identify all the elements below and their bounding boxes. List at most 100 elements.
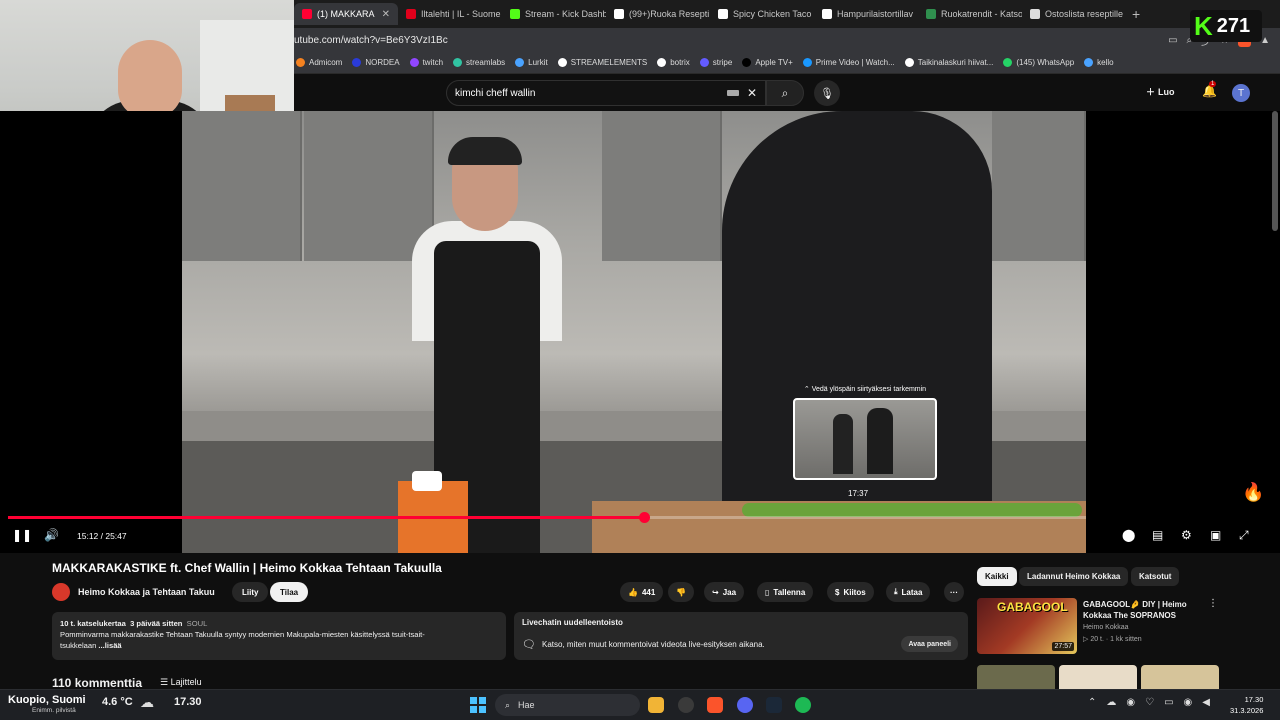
bookmark-item[interactable]: Prime Video | Watch... (802, 58, 895, 67)
clear-search-icon[interactable]: ✕ (747, 86, 757, 100)
weather-location[interactable]: Kuopio, Suomi (8, 694, 86, 706)
tab-favicon-icon (926, 9, 936, 19)
bookmark-label: stripe (712, 58, 733, 67)
progress-scrubber[interactable] (639, 512, 651, 523)
obs-icon[interactable] (678, 697, 694, 713)
subtitles-icon[interactable]: ▤ (1152, 528, 1163, 542)
system-tray-icons[interactable]: ⌃☁◉♡▭◉◀ (1088, 697, 1220, 708)
recommendation-thumbnail[interactable]: GABAGOOL 27:57 (977, 598, 1077, 654)
like-button[interactable]: 👍 441 (620, 582, 664, 602)
seek-preview-thumbnail (793, 398, 937, 480)
pause-icon[interactable]: ❚❚ (12, 528, 32, 542)
browser-tab[interactable]: Hampurilaistortillav (814, 3, 918, 25)
subscribe-button[interactable]: Tilaa (270, 582, 309, 602)
account-avatar[interactable]: T (1232, 84, 1250, 102)
bookmark-favicon-icon (802, 58, 812, 67)
tab-label: Ostoslista reseptille (1045, 9, 1124, 19)
bookmark-label: (145) WhatsApp (1016, 58, 1075, 67)
open-panel-button[interactable]: Avaa paneeli (901, 636, 958, 652)
video-player[interactable] (0, 111, 1280, 553)
url-text[interactable]: utube.com/watch?v=Be6Y3VzI1Bc (294, 35, 448, 46)
kick-viewer-count: 271 (1216, 14, 1251, 37)
livechat-header: Livechatin uudelleentoisto (522, 618, 623, 627)
bookmark-favicon-icon (699, 58, 709, 67)
new-tab-button[interactable]: + (1132, 6, 1140, 22)
spotify-icon[interactable] (795, 697, 811, 713)
thanks-label: Kiitos (843, 587, 866, 597)
keyboard-icon[interactable] (727, 90, 739, 96)
tab-favicon-icon (302, 9, 312, 19)
filter-chip[interactable]: Kaikki (977, 567, 1017, 586)
player-controls: ❚❚ 🔊 15:12 / 25:47 ⬤ ▤ ⚙ ▣ ⤢ (0, 525, 1280, 549)
bookmark-item[interactable]: Lurkit (515, 58, 548, 67)
sort-comments-button[interactable]: ☰ Lajittelu (160, 677, 202, 688)
bookmark-item[interactable]: Admicom (296, 58, 342, 67)
system-clock[interactable]: 17.30 31.3.2026 (1230, 694, 1263, 716)
description-tag[interactable]: SOUL (187, 619, 208, 628)
recommendation-thumbnail-3[interactable] (1059, 665, 1137, 689)
progress-bar[interactable] (8, 512, 1086, 523)
join-button[interactable]: Liity (232, 582, 269, 602)
bookmark-item[interactable]: streamlabs (453, 58, 505, 67)
recommendation-menu-icon[interactable]: ⋮ (1208, 598, 1218, 609)
bookmark-item[interactable]: NORDEA (352, 58, 400, 67)
bookmark-item[interactable]: Apple TV+ (742, 58, 793, 67)
video-frame (182, 111, 1086, 553)
autoplay-toggle-icon[interactable]: ⬤ (1122, 528, 1135, 542)
miniplayer-icon[interactable]: ▣ (1210, 528, 1221, 542)
discord-icon[interactable] (737, 697, 753, 713)
bookmark-item[interactable]: botrix (657, 58, 690, 67)
volume-icon[interactable]: 🔊 (44, 528, 59, 542)
filter-chip[interactable]: Katsotut (1131, 567, 1180, 586)
bookmark-item[interactable]: kello (1084, 58, 1114, 67)
bookmark-item[interactable]: Taikinalaskuri hiivat... (904, 58, 993, 67)
windows-start-icon[interactable] (470, 697, 486, 713)
close-tab-icon[interactable]: ✕ (382, 9, 390, 20)
browser-tab[interactable]: (99+)Ruoka Resepti (606, 3, 710, 25)
weather-condition: Enimm. pilvistä (32, 707, 76, 714)
fullscreen-icon[interactable]: ⤢ (1239, 528, 1249, 543)
address-bar[interactable]: utube.com/watch?v=Be6Y3VzI1Bc ▭ ⌕ ⤴ ☆ ▲ (294, 28, 1280, 52)
share-button[interactable]: ↪ Jaa (704, 582, 745, 602)
browser-tab[interactable]: (1) MAKKARA ✕ (294, 3, 398, 25)
bookmark-item[interactable]: stripe (699, 58, 733, 67)
recommendation-channel[interactable]: Heimo Kokkaa (1083, 624, 1129, 631)
recommendation-thumbnail-4[interactable] (1141, 665, 1219, 689)
search-input[interactable]: kimchi cheff wallin ✕ (446, 80, 766, 106)
file-explorer-icon[interactable] (648, 697, 664, 713)
filter-chip[interactable]: Ladannut Heimo Kokkaa (1019, 567, 1129, 586)
download-button[interactable]: ⤓ Lataa (886, 582, 931, 602)
browser-tab[interactable]: Iltalehti | IL - Suome (398, 3, 502, 25)
browser-tab[interactable]: Ruokatrendit - Katso (918, 3, 1022, 25)
taskbar-search[interactable]: ⌕ Hae (495, 694, 640, 716)
steam-icon[interactable] (766, 697, 782, 713)
channel-avatar[interactable] (52, 583, 70, 601)
browser-tab[interactable]: Spicy Chicken Taco (710, 3, 814, 25)
bookmark-label: kello (1097, 58, 1114, 67)
more-actions-button[interactable]: ··· (944, 582, 964, 602)
recommendation-thumbnail-2[interactable] (977, 665, 1055, 689)
recommendation-title[interactable]: GABAGOOL🤌 DIY | Heimo Kokkaa The SOPRANO… (1083, 599, 1203, 621)
voice-search-button[interactable]: 🎙 (814, 80, 840, 106)
bookmark-item[interactable]: twitch (409, 58, 443, 67)
save-button[interactable]: ▯ Tallenna (757, 582, 814, 602)
thanks-button[interactable]: $ Kiitos (827, 582, 874, 602)
progress-played (8, 516, 645, 519)
dislike-button[interactable]: 👎 (668, 582, 694, 602)
browser-tab[interactable]: Stream - Kick Dashb (502, 3, 606, 25)
search-button[interactable]: ⌕ (766, 80, 804, 106)
download-label: Lataa (901, 587, 923, 597)
search-query[interactable]: kimchi cheff wallin (455, 88, 535, 99)
bookmark-item[interactable]: STREAMELEMENTS (557, 58, 647, 67)
channel-name[interactable]: Heimo Kokkaa ja Tehtaan Takuu (78, 587, 215, 597)
show-more-link[interactable]: ...lisää (98, 641, 121, 650)
bookmark-item[interactable]: (145) WhatsApp (1003, 58, 1074, 67)
description-box[interactable]: 10 t. katselukertaa 3 päivää sitten SOUL… (52, 612, 506, 660)
settings-gear-icon[interactable]: ⚙ (1181, 528, 1192, 542)
browser-tab[interactable]: Ostoslista reseptille (1022, 3, 1126, 25)
page-scrollbar[interactable] (1272, 111, 1278, 231)
brave-browser-icon[interactable] (707, 697, 723, 713)
bookmark-icon: ▯ (765, 587, 770, 597)
cast-icon[interactable]: ▭ (1168, 35, 1177, 46)
create-button[interactable]: ＋ Luo (1146, 85, 1175, 98)
